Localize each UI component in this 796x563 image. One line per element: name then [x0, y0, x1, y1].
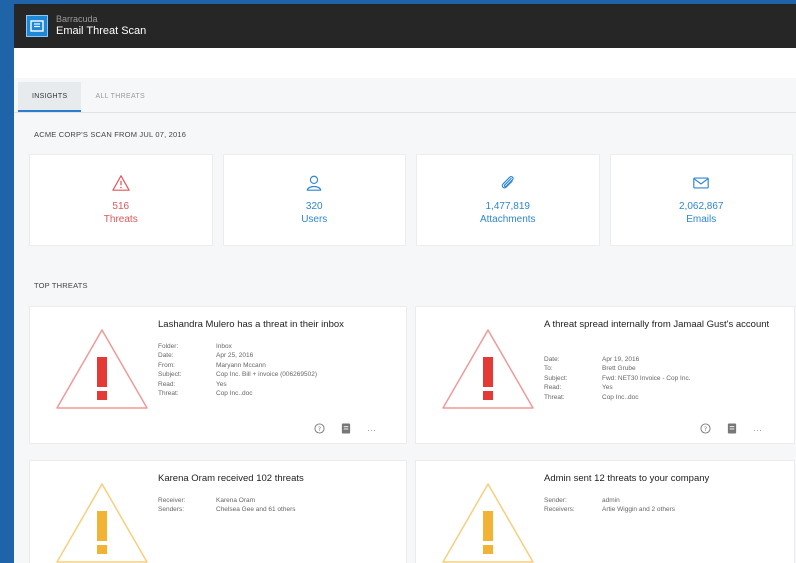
threat-card[interactable]: Lashandra Mulero has a threat in their i… — [29, 306, 407, 444]
app-window: Barracuda Email Threat Scan INSIGHTS ALL… — [14, 4, 796, 563]
barracuda-logo-icon — [26, 15, 48, 37]
paperclip-icon — [501, 175, 514, 189]
threat-card[interactable]: Admin sent 12 threats to your company Se… — [415, 460, 795, 563]
more-options-button[interactable]: ··· — [367, 425, 376, 435]
field-value: Cop Inc..doc — [602, 393, 639, 401]
stat-emails-value: 2,062,867 — [679, 201, 724, 212]
help-icon[interactable]: ? — [700, 421, 711, 439]
field-value: Inbox — [216, 343, 232, 350]
field-value: Maryann Mccann — [216, 361, 266, 369]
warning-icon — [442, 483, 534, 563]
brand: Barracuda Email Threat Scan — [56, 15, 146, 37]
report-icon[interactable] — [727, 421, 737, 439]
field-value: Apr 25, 2016 — [216, 352, 254, 360]
field-label: Senders: — [158, 506, 185, 514]
stats-row: 516 Threats 320 Users 1,477,819 Attachme… — [29, 154, 793, 246]
threat-title: Karena Oram received 102 threats — [158, 473, 304, 484]
field-label: Date: — [158, 352, 174, 360]
svg-text:?: ? — [704, 425, 707, 433]
tab-insights[interactable]: INSIGHTS — [18, 82, 82, 112]
field-label: Sender: — [544, 497, 567, 504]
threat-card[interactable]: A threat spread internally from Jamaal G… — [415, 306, 795, 444]
threat-details: Folder: Inbox Date: Apr 25, 2016 From: Mary… — [158, 342, 317, 399]
threat-title: Admin sent 12 threats to your company — [544, 473, 710, 484]
field-value: Cop Inc. Bill + invoice (006269502) — [216, 371, 317, 379]
field-value: Apr 19, 2016 — [602, 356, 640, 363]
threat-details: Date: Apr 19, 2016 To: Brett Grube Subject… — [544, 355, 691, 402]
sub-header — [14, 48, 796, 78]
tab-bar: INSIGHTS ALL THREATS — [14, 82, 796, 113]
field-label: Folder: — [158, 343, 179, 350]
field-value: Karena Oram — [216, 497, 256, 504]
field-value: Yes — [602, 384, 613, 392]
field-label: Receiver: — [158, 497, 186, 504]
stat-emails-label: Emails — [686, 214, 717, 225]
brand-company: Barracuda — [56, 14, 98, 24]
field-label: Read: — [544, 384, 562, 392]
threat-details: Receiver: Karena Oram Senders: Chelsea Gee… — [158, 496, 296, 515]
stat-threats-label: Threats — [103, 214, 138, 225]
field-label: To: — [544, 365, 553, 373]
field-label: Date: — [544, 356, 560, 363]
stat-attachments-value: 1,477,819 — [485, 201, 531, 212]
threat-card[interactable]: Karena Oram received 102 threats Receive… — [29, 460, 407, 563]
field-label: Subject: — [544, 374, 568, 382]
field-value: Cop Inc..doc — [216, 390, 253, 398]
field-label: From: — [158, 361, 175, 369]
stat-attachments-label: Attachments — [479, 214, 536, 225]
warning-icon — [442, 329, 534, 409]
svg-text:?: ? — [318, 425, 321, 433]
stat-users[interactable]: 320 Users — [222, 154, 406, 246]
field-value: Artie Wiggin and 2 others — [602, 506, 675, 514]
field-value: Brett Grube — [602, 365, 636, 373]
tab-all-threats[interactable]: ALL THREATS — [81, 82, 158, 112]
card-actions: ? ··· — [700, 421, 762, 439]
envelope-icon — [693, 177, 710, 189]
warning-icon — [56, 329, 148, 409]
stat-users-value: 320 — [305, 201, 323, 212]
field-value: Chelsea Gee and 61 others — [216, 506, 296, 514]
top-bar: Barracuda Email Threat Scan — [14, 4, 796, 48]
user-icon — [306, 175, 322, 191]
field-value: Fwd: NET30 Invoice - Cop Inc. — [602, 374, 691, 382]
field-label: Threat: — [158, 390, 179, 398]
stat-emails[interactable]: 2,062,867 Emails — [609, 154, 793, 246]
field-value: admin — [602, 497, 620, 504]
top-threats-title: TOP THREATS — [34, 281, 88, 290]
stat-threats-value: 516 — [112, 201, 130, 212]
report-icon[interactable] — [341, 421, 351, 439]
stat-attachments[interactable]: 1,477,819 Attachments — [416, 154, 600, 246]
field-label: Subject: — [158, 371, 182, 379]
field-value: Yes — [216, 380, 227, 388]
stat-threats[interactable]: 516 Threats — [29, 154, 213, 246]
scan-title: ACME CORP'S SCAN FROM JUL 07, 2016 — [34, 130, 187, 139]
field-label: Read: — [158, 380, 176, 388]
field-label: Receivers: — [544, 506, 575, 514]
stat-users-label: Users — [301, 214, 328, 225]
threat-title: A threat spread internally from Jamaal G… — [544, 319, 770, 330]
warning-icon — [112, 175, 130, 191]
more-options-button[interactable]: ··· — [753, 425, 762, 435]
threat-title: Lashandra Mulero has a threat in their i… — [158, 319, 344, 330]
help-icon[interactable]: ? — [314, 421, 325, 439]
field-label: Threat: — [544, 393, 565, 401]
card-actions: ? ··· — [314, 421, 376, 439]
threat-details: Sender: admin Receivers: Artie Wiggin and … — [544, 496, 675, 515]
warning-icon — [56, 483, 148, 563]
app-title: Email Threat Scan — [56, 25, 147, 37]
